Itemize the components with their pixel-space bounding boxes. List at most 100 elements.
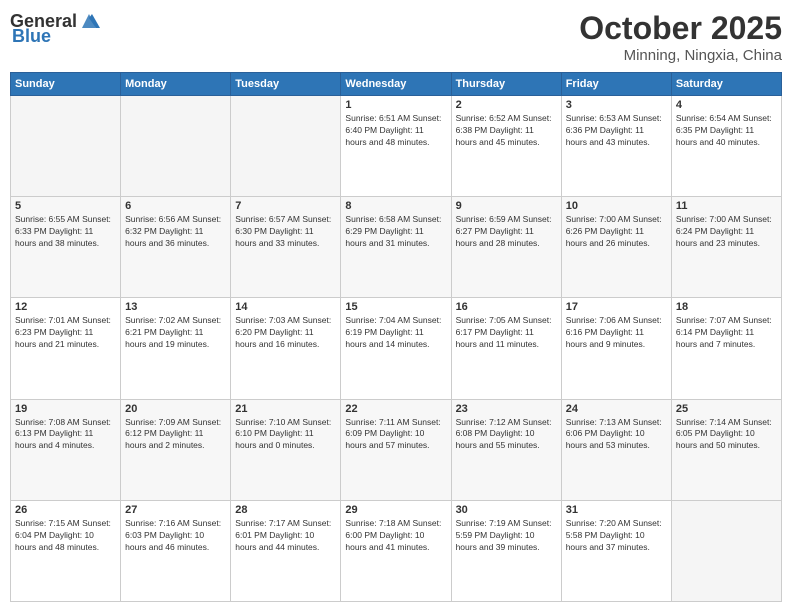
day-number: 27 <box>125 504 226 516</box>
day-number: 10 <box>566 200 667 212</box>
day-info: Sunrise: 7:20 AM Sunset: 5:58 PM Dayligh… <box>566 518 667 554</box>
day-cell: 25Sunrise: 7:14 AM Sunset: 6:05 PM Dayli… <box>671 399 781 500</box>
day-number: 15 <box>345 301 446 313</box>
day-info: Sunrise: 7:12 AM Sunset: 6:08 PM Dayligh… <box>456 417 557 453</box>
day-cell: 16 Sunrise: 7:05 AM Sunset: 6:17 PM Dayli… <box>451 298 561 399</box>
day-info: Sunrise: 6:51 AM Sunset: 6:40 PM Dayligh… <box>345 113 446 149</box>
day-number: 7 <box>235 200 336 212</box>
day-number: 26 <box>15 504 116 516</box>
day-info: Sunrise: 6:58 AM Sunset: 6:29 PM Dayligh… <box>345 214 446 250</box>
day-number: 17 <box>566 301 667 313</box>
day-cell <box>671 500 781 601</box>
day-info: Sunrise: 7:16 AM Sunset: 6:03 PM Dayligh… <box>125 518 226 554</box>
day-cell: 12 Sunrise: 7:01 AM Sunset: 6:23 PM Dayli… <box>11 298 121 399</box>
day-cell: 8 Sunrise: 6:58 AM Sunset: 6:29 PM Daylig… <box>341 197 451 298</box>
day-number: 4 <box>676 99 777 111</box>
month-title: October 2025 <box>579 10 782 47</box>
location-title: Minning, Ningxia, China <box>579 47 782 64</box>
day-cell: 21 Sunrise: 7:10 AM Sunset: 6:10 PM Dayli… <box>231 399 341 500</box>
day-cell: 2 Sunrise: 6:52 AM Sunset: 6:38 PM Daylig… <box>451 96 561 197</box>
day-cell: 4 Sunrise: 6:54 AM Sunset: 6:35 PM Daylig… <box>671 96 781 197</box>
day-number: 28 <box>235 504 336 516</box>
day-number: 6 <box>125 200 226 212</box>
day-cell: 31 Sunrise: 7:20 AM Sunset: 5:58 PM Dayli… <box>561 500 671 601</box>
day-cell <box>231 96 341 197</box>
day-number: 8 <box>345 200 446 212</box>
day-number: 16 <box>456 301 557 313</box>
day-cell: 14 Sunrise: 7:03 AM Sunset: 6:20 PM Dayli… <box>231 298 341 399</box>
day-info: Sunrise: 7:18 AM Sunset: 6:00 PM Dayligh… <box>345 518 446 554</box>
week-row-5: 26 Sunrise: 7:15 AM Sunset: 6:04 PM Dayli… <box>11 500 782 601</box>
day-info: Sunrise: 6:56 AM Sunset: 6:32 PM Dayligh… <box>125 214 226 250</box>
logo-blue: Blue <box>12 26 51 47</box>
weekday-thursday: Thursday <box>451 73 561 96</box>
weekday-wednesday: Wednesday <box>341 73 451 96</box>
day-number: 11 <box>676 200 777 212</box>
day-number: 30 <box>456 504 557 516</box>
day-number: 3 <box>566 99 667 111</box>
day-info: Sunrise: 7:15 AM Sunset: 6:04 PM Dayligh… <box>15 518 116 554</box>
weekday-tuesday: Tuesday <box>231 73 341 96</box>
day-info: Sunrise: 7:07 AM Sunset: 6:14 PM Dayligh… <box>676 315 777 351</box>
day-number: 1 <box>345 99 446 111</box>
day-info: Sunrise: 7:02 AM Sunset: 6:21 PM Dayligh… <box>125 315 226 351</box>
day-info: Sunrise: 7:03 AM Sunset: 6:20 PM Dayligh… <box>235 315 336 351</box>
day-cell: 26 Sunrise: 7:15 AM Sunset: 6:04 PM Dayli… <box>11 500 121 601</box>
calendar-table: SundayMondayTuesdayWednesdayThursdayFrid… <box>10 72 782 602</box>
logo: General Blue <box>10 10 101 47</box>
day-info: Sunrise: 7:01 AM Sunset: 6:23 PM Dayligh… <box>15 315 116 351</box>
weekday-header-row: SundayMondayTuesdayWednesdayThursdayFrid… <box>11 73 782 96</box>
day-cell: 10 Sunrise: 7:00 AM Sunset: 6:26 PM Dayli… <box>561 197 671 298</box>
day-cell: 11 Sunrise: 7:00 AM Sunset: 6:24 PM Dayli… <box>671 197 781 298</box>
day-info: Sunrise: 7:10 AM Sunset: 6:10 PM Dayligh… <box>235 417 336 453</box>
day-number: 22 <box>345 403 446 415</box>
day-cell: 9Sunrise: 6:59 AM Sunset: 6:27 PM Daylig… <box>451 197 561 298</box>
day-cell: 24 Sunrise: 7:13 AM Sunset: 6:06 PM Dayli… <box>561 399 671 500</box>
day-number: 31 <box>566 504 667 516</box>
day-info: Sunrise: 7:00 AM Sunset: 6:26 PM Dayligh… <box>566 214 667 250</box>
weekday-monday: Monday <box>121 73 231 96</box>
week-row-4: 19Sunrise: 7:08 AM Sunset: 6:13 PM Dayli… <box>11 399 782 500</box>
day-cell: 18Sunrise: 7:07 AM Sunset: 6:14 PM Dayli… <box>671 298 781 399</box>
day-number: 19 <box>15 403 116 415</box>
day-info: Sunrise: 6:53 AM Sunset: 6:36 PM Dayligh… <box>566 113 667 149</box>
day-number: 9 <box>456 200 557 212</box>
day-number: 21 <box>235 403 336 415</box>
page: General Blue October 2025 Minning, Ningx… <box>0 0 792 612</box>
day-info: Sunrise: 7:00 AM Sunset: 6:24 PM Dayligh… <box>676 214 777 250</box>
day-cell: 13Sunrise: 7:02 AM Sunset: 6:21 PM Dayli… <box>121 298 231 399</box>
day-cell: 29 Sunrise: 7:18 AM Sunset: 6:00 PM Dayli… <box>341 500 451 601</box>
day-number: 29 <box>345 504 446 516</box>
day-cell: 23Sunrise: 7:12 AM Sunset: 6:08 PM Dayli… <box>451 399 561 500</box>
day-info: Sunrise: 7:17 AM Sunset: 6:01 PM Dayligh… <box>235 518 336 554</box>
day-info: Sunrise: 7:14 AM Sunset: 6:05 PM Dayligh… <box>676 417 777 453</box>
weekday-saturday: Saturday <box>671 73 781 96</box>
day-cell: 15 Sunrise: 7:04 AM Sunset: 6:19 PM Dayli… <box>341 298 451 399</box>
day-number: 5 <box>15 200 116 212</box>
day-cell: 7 Sunrise: 6:57 AM Sunset: 6:30 PM Daylig… <box>231 197 341 298</box>
day-cell: 19Sunrise: 7:08 AM Sunset: 6:13 PM Dayli… <box>11 399 121 500</box>
logo-icon <box>78 10 100 32</box>
day-number: 20 <box>125 403 226 415</box>
weekday-friday: Friday <box>561 73 671 96</box>
day-number: 12 <box>15 301 116 313</box>
day-info: Sunrise: 6:57 AM Sunset: 6:30 PM Dayligh… <box>235 214 336 250</box>
week-row-2: 5 Sunrise: 6:55 AM Sunset: 6:33 PM Daylig… <box>11 197 782 298</box>
day-number: 14 <box>235 301 336 313</box>
day-cell: 3 Sunrise: 6:53 AM Sunset: 6:36 PM Daylig… <box>561 96 671 197</box>
day-cell: 28 Sunrise: 7:17 AM Sunset: 6:01 PM Dayli… <box>231 500 341 601</box>
week-row-1: 1 Sunrise: 6:51 AM Sunset: 6:40 PM Daylig… <box>11 96 782 197</box>
day-number: 24 <box>566 403 667 415</box>
day-cell: 30Sunrise: 7:19 AM Sunset: 5:59 PM Dayli… <box>451 500 561 601</box>
day-info: Sunrise: 7:04 AM Sunset: 6:19 PM Dayligh… <box>345 315 446 351</box>
day-cell <box>11 96 121 197</box>
day-info: Sunrise: 7:13 AM Sunset: 6:06 PM Dayligh… <box>566 417 667 453</box>
day-info: Sunrise: 6:54 AM Sunset: 6:35 PM Dayligh… <box>676 113 777 149</box>
day-info: Sunrise: 7:05 AM Sunset: 6:17 PM Dayligh… <box>456 315 557 351</box>
day-cell: 17Sunrise: 7:06 AM Sunset: 6:16 PM Dayli… <box>561 298 671 399</box>
day-info: Sunrise: 6:52 AM Sunset: 6:38 PM Dayligh… <box>456 113 557 149</box>
day-info: Sunrise: 6:55 AM Sunset: 6:33 PM Dayligh… <box>15 214 116 250</box>
day-info: Sunrise: 7:11 AM Sunset: 6:09 PM Dayligh… <box>345 417 446 453</box>
day-number: 2 <box>456 99 557 111</box>
day-info: Sunrise: 7:09 AM Sunset: 6:12 PM Dayligh… <box>125 417 226 453</box>
